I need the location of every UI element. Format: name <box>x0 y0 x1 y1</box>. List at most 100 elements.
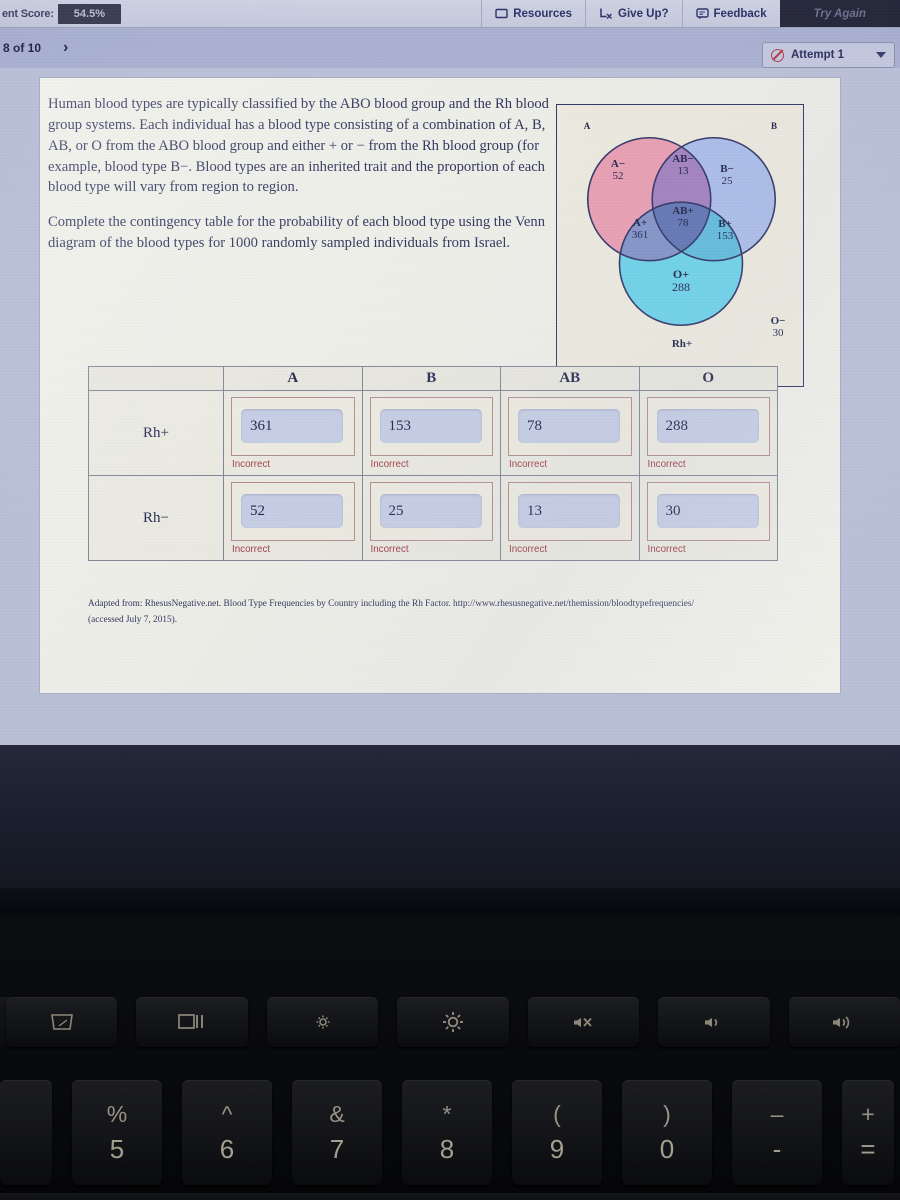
venn-set-label-a: A <box>583 121 591 131</box>
question-prose: Human blood types are typically classifi… <box>48 94 560 268</box>
cell-rhminus-a: 52 Incorrect <box>223 475 363 561</box>
cell-rhplus-o: 288 Incorrect <box>638 390 778 476</box>
venn-region-b-plus: B+ 153 <box>716 218 734 243</box>
table-header-row: A B AB O <box>88 366 778 391</box>
key-equals-shift-label: + <box>861 1101 875 1127</box>
laptop-screen: ent Score: 54.5% Resources Give Up? Feed… <box>0 0 900 745</box>
key-6[interactable]: ^ 6 <box>182 1080 272 1185</box>
function-key-row <box>0 997 900 1047</box>
key-7-label: 7 <box>329 1134 345 1164</box>
feedback-button[interactable]: Feedback <box>681 0 780 27</box>
answer-input-rhminus-o[interactable]: 30 <box>656 494 759 528</box>
answer-box: 25 <box>369 482 493 541</box>
brightness-down-icon <box>314 1013 332 1031</box>
cell-rhplus-ab: 78 Incorrect <box>500 390 640 476</box>
key-5-shift-label: % <box>106 1101 128 1127</box>
screenshot-photo: ent Score: 54.5% Resources Give Up? Feed… <box>0 0 900 1200</box>
table-row: Rh+ 361 Incorrect 153 Incorrect 78 Incor… <box>88 390 778 476</box>
answer-input-rhminus-ab[interactable]: 13 <box>518 494 620 528</box>
row-header-rh-plus: Rh+ <box>88 390 224 476</box>
key-partial-left[interactable] <box>0 1080 52 1185</box>
chevron-down-icon <box>876 52 886 58</box>
column-header-o: O <box>638 366 778 391</box>
venn-region-o-minus: O− 30 <box>770 315 786 340</box>
venn-diagram: A B Rh+ A−52 AB−13 B−25 A+361 AB+78 <box>556 104 804 387</box>
venn-region-ab-plus: AB+ 78 <box>672 205 694 230</box>
key-5[interactable]: % 5 <box>72 1080 162 1185</box>
score-value: 54.5% <box>57 3 121 24</box>
table-corner-cell <box>88 366 224 391</box>
contingency-table: A B AB O Rh+ 361 Incorrect 153 Incorrect… <box>88 366 778 561</box>
answer-input-rhminus-b[interactable]: 25 <box>379 494 482 528</box>
score-area: ent Score: 54.5% <box>0 0 121 27</box>
citation-line-1: Adapted from: RhesusNegative.net. Blood … <box>88 599 695 609</box>
status-rhminus-b: Incorrect <box>370 544 409 555</box>
answer-input-rhminus-a[interactable]: 52 <box>241 494 343 528</box>
key-volume-down-icon[interactable] <box>658 997 770 1047</box>
key-0-label: 0 <box>659 1134 675 1164</box>
key-display-icon[interactable] <box>6 997 118 1047</box>
cell-rhplus-b: 153 Incorrect <box>361 390 501 476</box>
brightness-up-icon <box>441 1010 465 1034</box>
key-volume-up-icon[interactable] <box>788 997 900 1047</box>
key-7-shift-label: & <box>329 1101 345 1127</box>
laptop-hinge <box>0 888 900 915</box>
key-0[interactable]: ) 0 <box>622 1080 712 1185</box>
key-8[interactable]: * 8 <box>402 1080 492 1185</box>
question-paragraph-1: Human blood types are typically classifi… <box>48 96 549 196</box>
key-multi-display-icon[interactable] <box>136 997 248 1047</box>
status-rhplus-o: Incorrect <box>647 459 686 470</box>
key-brightness-down-icon[interactable] <box>266 997 379 1047</box>
column-header-ab: AB <box>500 366 640 391</box>
number-key-row: % 5 ^ 6 & 7 * 8 ( 9 ) 0 – - + = <box>0 1080 900 1185</box>
answer-input-rhplus-b[interactable]: 153 <box>379 409 482 443</box>
answer-box: 30 <box>646 482 770 541</box>
top-toolbar: ent Score: 54.5% Resources Give Up? Feed… <box>0 0 900 28</box>
key-0-shift-label: ) <box>663 1101 671 1127</box>
cell-rhminus-o: 30 Incorrect <box>638 475 778 561</box>
key-9[interactable]: ( 9 <box>512 1080 602 1185</box>
key-minus[interactable]: – - <box>732 1080 822 1185</box>
key-5-label: 5 <box>109 1134 125 1164</box>
key-mute-icon[interactable] <box>527 997 640 1047</box>
answer-box: 78 <box>508 397 632 456</box>
status-rhplus-a: Incorrect <box>232 459 271 470</box>
key-8-shift-label: * <box>442 1101 452 1127</box>
cell-rhplus-a: 361 Incorrect <box>223 390 363 476</box>
resources-label: Resources <box>513 7 573 20</box>
key-9-shift-label: ( <box>553 1101 561 1127</box>
table-row: Rh− 52 Incorrect 25 Incorrect 13 Incorre… <box>88 475 778 561</box>
key-6-label: 6 <box>219 1134 235 1164</box>
key-equals-label: = <box>860 1134 876 1164</box>
speech-bubble-icon <box>695 7 709 20</box>
no-entry-icon <box>771 48 784 62</box>
give-up-button[interactable]: Give Up? <box>585 0 681 27</box>
answer-input-rhplus-o[interactable]: 288 <box>656 409 759 443</box>
contingency-table-wrapper: A B AB O Rh+ 361 Incorrect 153 Incorrect… <box>88 366 778 561</box>
try-again-label: Try Again <box>813 7 866 20</box>
status-rhplus-b: Incorrect <box>370 459 409 470</box>
next-question-chevron-icon[interactable]: › <box>63 39 68 57</box>
venn-region-b-minus: B− 25 <box>720 163 734 188</box>
attempt-selector[interactable]: Attempt 1 <box>762 42 895 68</box>
display-icon <box>50 1012 74 1032</box>
venn-region-a-plus: A+ 361 <box>631 217 649 242</box>
answer-box: 13 <box>508 482 632 541</box>
status-rhminus-ab: Incorrect <box>509 544 548 555</box>
status-rhplus-ab: Incorrect <box>509 459 548 470</box>
give-up-icon <box>599 7 613 20</box>
key-brightness-up-icon[interactable] <box>397 997 509 1047</box>
key-equals[interactable]: + = <box>842 1080 894 1185</box>
try-again-button[interactable]: Try Again <box>779 0 900 27</box>
score-label: ent Score: <box>2 7 54 20</box>
venn-region-o-plus: O+ 288 <box>672 267 690 295</box>
resources-button[interactable]: Resources <box>481 0 585 27</box>
cell-rhminus-b: 25 Incorrect <box>361 475 501 561</box>
answer-input-rhplus-ab[interactable]: 78 <box>518 409 620 443</box>
venn-region-a-minus: A− 52 <box>610 158 626 183</box>
answer-input-rhplus-a[interactable]: 361 <box>241 409 343 443</box>
venn-region-ab-minus: AB− 13 <box>672 153 694 178</box>
question-counter: 8 of 10 <box>3 41 42 55</box>
key-7[interactable]: & 7 <box>292 1080 382 1185</box>
